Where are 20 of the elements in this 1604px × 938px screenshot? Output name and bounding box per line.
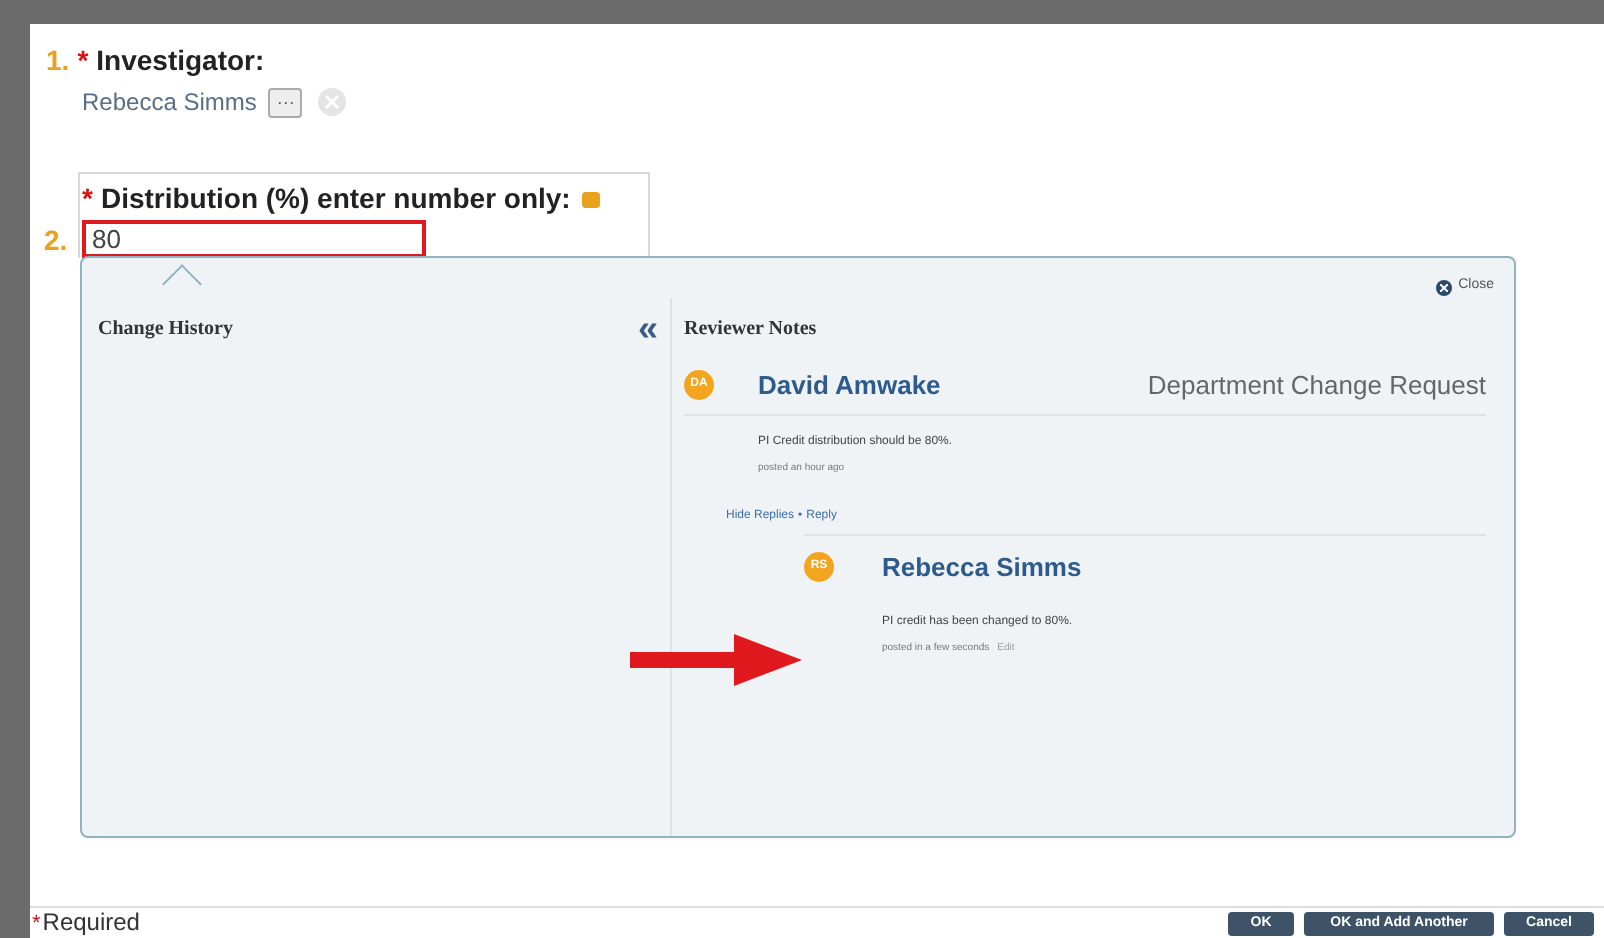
note-category: Department Change Request [1147, 368, 1486, 404]
field-label: Investigator: [96, 42, 265, 80]
required-mark: * [82, 180, 93, 218]
lookup-button[interactable]: ··· [268, 87, 303, 117]
close-icon [1436, 279, 1453, 295]
author-name: David Amwake [758, 368, 941, 404]
comment-icon [582, 191, 601, 207]
collapse-button[interactable]: « [637, 314, 658, 342]
required-mark: * [32, 910, 41, 938]
panel-title: Reviewer Notes [684, 316, 819, 344]
author-name: Rebecca Simms [882, 550, 1082, 586]
arrow-icon [630, 634, 802, 686]
clear-icon[interactable] [318, 88, 347, 116]
required-mark: * [77, 42, 89, 80]
panel-title: Change History [98, 316, 233, 344]
field-label: Distribution (%) enter number only: [100, 180, 571, 218]
investigator-value: Rebecca Simms [82, 86, 257, 120]
required-note: Required [42, 906, 140, 938]
field-number: 2. [44, 222, 68, 260]
field-number: 1. [46, 42, 70, 80]
